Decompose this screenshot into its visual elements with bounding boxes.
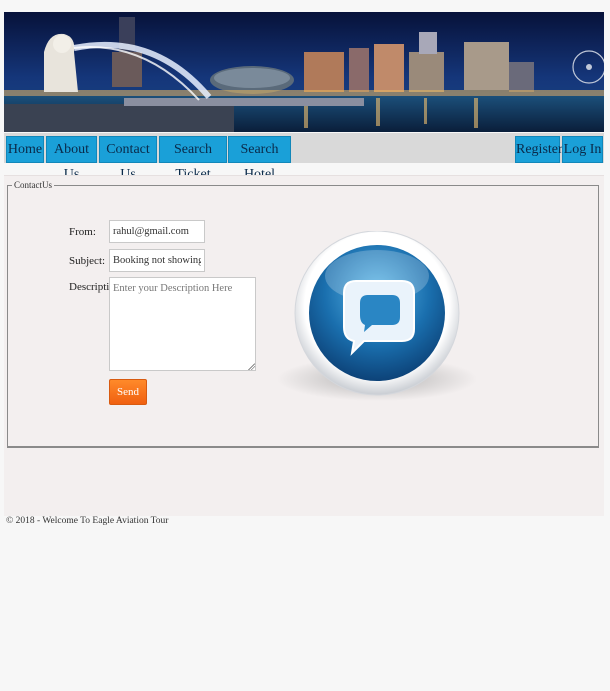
description-textarea[interactable] — [109, 277, 256, 371]
singapore-skyline-image — [4, 12, 604, 132]
main-nav-bar: Home About Us Contact Us Search Ticket S… — [4, 133, 604, 182]
nav-about-us-button[interactable]: About Us — [46, 136, 97, 182]
nav-contact-us-button[interactable]: Contact Us — [99, 136, 157, 182]
textarea-resize-handle[interactable] — [248, 363, 255, 370]
footer-copyright: © 2018 - Welcome To Eagle Aviation Tour — [6, 516, 169, 526]
from-label: From: — [69, 226, 96, 238]
subject-field[interactable] — [109, 249, 205, 272]
nav-register-button[interactable]: Register — [515, 136, 563, 163]
header-banner-image — [4, 12, 604, 132]
contact-us-legend: ContactUs — [14, 180, 52, 190]
nav-login-button[interactable]: Log In — [562, 136, 603, 163]
subject-label: Subject: — [69, 255, 106, 267]
page: Home About Us Contact Us Search Ticket S… — [4, 12, 604, 526]
send-button[interactable]: Send — [109, 379, 147, 405]
nav-home-button[interactable]: Home — [6, 136, 44, 163]
nav-search-hotel-button[interactable]: Search Hotel — [228, 136, 291, 182]
from-email-field[interactable] — [109, 220, 205, 243]
nav-search-ticket-button[interactable]: Search Ticket — [159, 136, 227, 182]
main-content-area: ContactUs From: Subject: Description: Se… — [4, 175, 604, 516]
chat-bubble-globe-icon — [277, 231, 477, 401]
